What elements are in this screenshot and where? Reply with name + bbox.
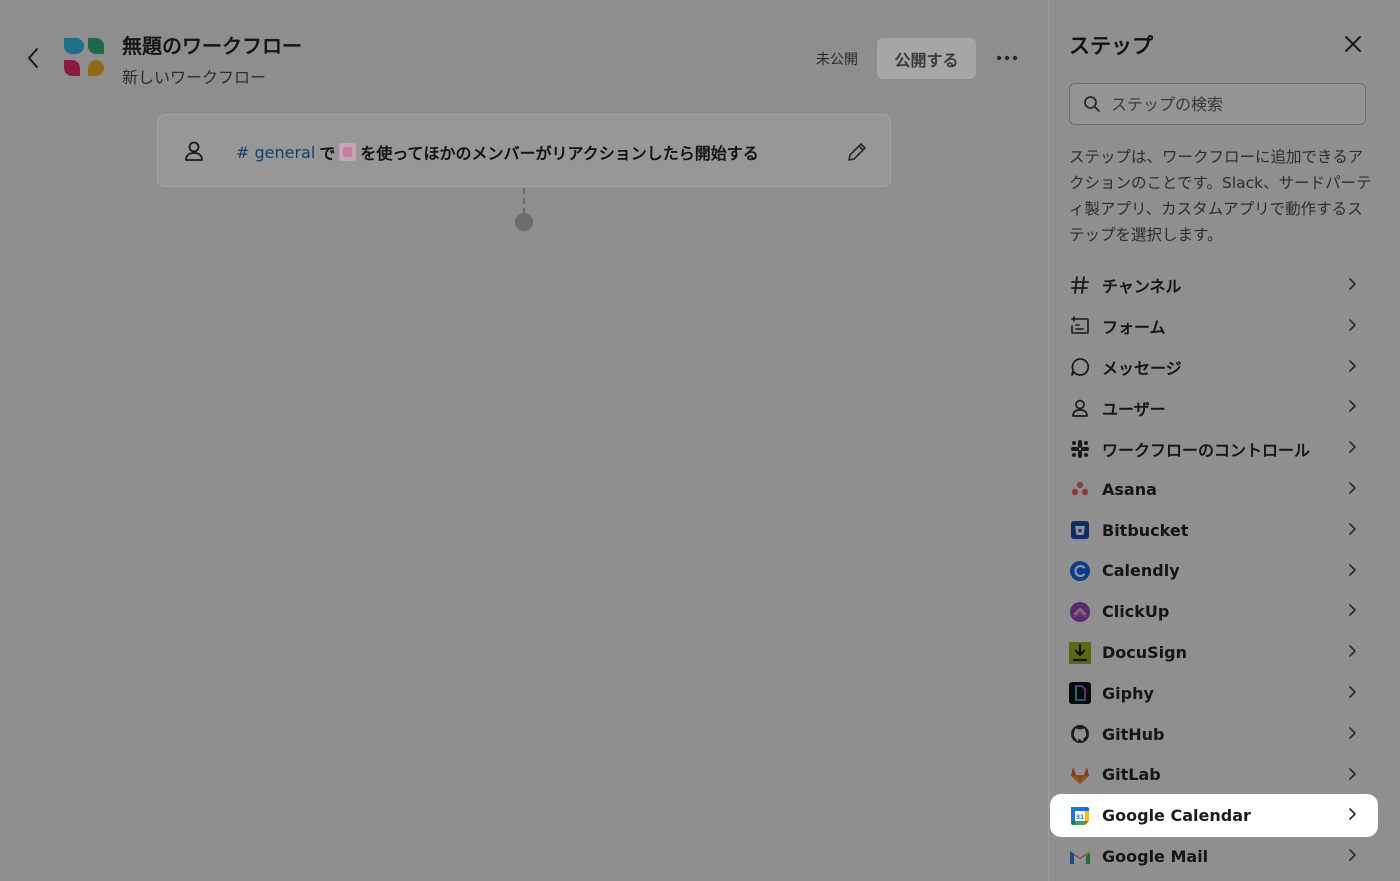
panel-description: ステップは、ワークフローに追加できるアクションのことです。Slack、サードパー…: [1069, 148, 1372, 244]
step-category-label: フォーム: [1102, 318, 1166, 338]
step-category-label: Giphy: [1102, 683, 1154, 703]
chevron-right-icon: [1349, 849, 1356, 861]
edit-pencil-icon[interactable]: [844, 139, 870, 165]
steps-panel: ステップ ステップは、ワークフローに追加できるアクションのことです。Slack、…: [1048, 0, 1400, 881]
user-icon: [1069, 397, 1091, 419]
docusign-icon: [1069, 641, 1091, 664]
step-category-label: ユーザー: [1102, 399, 1166, 419]
search-icon: [1084, 96, 1100, 112]
chevron-right-icon: [1349, 278, 1356, 290]
svg-text:31: 31: [1076, 814, 1084, 821]
chevron-right-icon: [1349, 563, 1356, 576]
ellipsis-icon: [996, 55, 1018, 61]
more-options-button[interactable]: [990, 44, 1024, 72]
chevron-right-icon: [1349, 318, 1356, 331]
step-category-gitlab[interactable]: GitLab: [1051, 755, 1377, 796]
step-category-label: GitHub: [1102, 724, 1165, 744]
close-panel-button[interactable]: [1339, 30, 1367, 58]
calendly-icon: [1069, 560, 1091, 582]
step-category-label: GitLab: [1102, 765, 1161, 785]
trigger-text-after: を使ってほかのメンバーがリアクションしたら開始する: [360, 144, 759, 163]
step-category-label: Asana: [1102, 479, 1157, 499]
step-category-google-mail[interactable]: Google Mail: [1051, 836, 1377, 877]
publish-button[interactable]: 公開する: [877, 38, 976, 79]
step-connector: [523, 188, 525, 214]
step-category-calendly[interactable]: Calendly: [1051, 551, 1377, 592]
clickup-icon: [1069, 601, 1091, 623]
asana-icon: [1069, 478, 1091, 500]
chevron-right-icon: [1349, 645, 1356, 657]
panel-title: ステップ: [1069, 34, 1153, 58]
step-category-ユーザー[interactable]: ユーザー: [1051, 387, 1377, 428]
step-category-github[interactable]: GitHub: [1051, 714, 1377, 755]
trigger-card[interactable]: # general で を使ってほかのメンバーがリアクションしたら開始する: [157, 114, 891, 187]
chevron-right-icon: [1349, 726, 1356, 739]
gmail-icon: [1069, 846, 1091, 868]
back-button[interactable]: [20, 44, 46, 72]
reaction-emoji-icon: [339, 143, 357, 161]
step-category-giphy[interactable]: Giphy: [1051, 673, 1377, 714]
form-icon: [1069, 315, 1091, 337]
chevron-right-icon: [1349, 359, 1356, 372]
step-category-label: Calendly: [1102, 561, 1180, 581]
chevron-right-icon: [1349, 400, 1356, 413]
step-category-チャンネル[interactable]: チャンネル: [1051, 265, 1377, 306]
step-category-label: Google Mail: [1102, 847, 1209, 867]
message-icon: [1069, 356, 1091, 378]
github-icon: [1069, 723, 1091, 745]
step-category-メッセージ[interactable]: メッセージ: [1051, 347, 1377, 388]
add-step-dot[interactable]: [515, 213, 533, 231]
chevron-right-icon: [1349, 482, 1356, 494]
bitbucket-icon: [1069, 519, 1091, 541]
step-category-label: ワークフローのコントロール: [1102, 440, 1311, 460]
chevron-right-icon: [1349, 441, 1356, 453]
step-search[interactable]: [1069, 83, 1366, 125]
step-category-list: チャンネルフォームメッセージユーザーワークフローのコントロール Asana Bitb…: [1051, 265, 1377, 877]
chevron-right-icon: [1349, 767, 1356, 780]
step-category-フォーム[interactable]: フォーム: [1051, 306, 1377, 347]
chevron-right-icon: [1349, 686, 1356, 698]
workflow-title[interactable]: 無題のワークフロー: [122, 30, 302, 59]
workflow-editor: 無題のワークフロー 新しいワークフロー 未公開 公開する # general で…: [0, 0, 1048, 881]
step-category-asana[interactable]: Asana: [1051, 469, 1377, 510]
gitlab-icon: [1069, 764, 1091, 786]
step-category-ワークフローのコントロール[interactable]: ワークフローのコントロール: [1051, 428, 1377, 469]
google-calendar-icon: 31: [1069, 805, 1091, 827]
chevron-right-icon: [1349, 604, 1356, 617]
step-category-docusign[interactable]: DocuSign: [1051, 632, 1377, 673]
step-category-label: Google Calendar: [1102, 806, 1251, 826]
step-category-label: メッセージ: [1102, 358, 1182, 378]
chevron-right-icon: [1349, 808, 1356, 821]
trigger-text-before: で: [319, 144, 336, 163]
channel-link[interactable]: # general: [236, 143, 315, 162]
giphy-icon: [1069, 682, 1091, 705]
chevron-left-icon: [28, 48, 38, 68]
step-category-clickup[interactable]: ClickUp: [1051, 591, 1377, 632]
workflow-logo-icon: [64, 38, 104, 76]
user-icon: [185, 141, 203, 161]
chevron-right-icon: [1349, 522, 1356, 535]
hash-icon: [1069, 274, 1091, 296]
search-input[interactable]: [1111, 94, 1351, 114]
slack-icon: [1069, 438, 1091, 460]
step-category-google-calendar[interactable]: 31 Google Calendar: [1051, 795, 1377, 837]
publish-status: 未公開: [816, 52, 858, 68]
step-category-label: DocuSign: [1102, 643, 1187, 663]
step-category-label: チャンネル: [1102, 277, 1182, 297]
workflow-subtitle: 新しいワークフロー: [122, 68, 267, 87]
step-category-label: Bitbucket: [1102, 520, 1189, 540]
step-category-label: ClickUp: [1102, 602, 1170, 622]
close-icon: [1345, 36, 1361, 52]
step-category-bitbucket[interactable]: Bitbucket: [1051, 510, 1377, 551]
trigger-description: # general で を使ってほかのメンバーがリアクションしたら開始する: [236, 140, 759, 164]
